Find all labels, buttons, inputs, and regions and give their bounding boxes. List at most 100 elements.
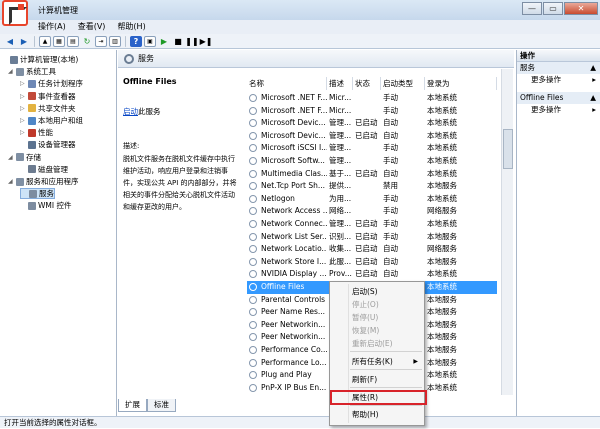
column-status[interactable]: 状态 bbox=[353, 77, 381, 90]
table-row[interactable]: Microsoft Devic... 管理... 已启动 自动 本地系统 bbox=[247, 130, 497, 143]
forward-arrow-icon[interactable]: ▶ bbox=[18, 36, 30, 47]
gear-icon bbox=[249, 232, 257, 241]
scrollbar-thumb[interactable] bbox=[503, 129, 513, 169]
context-menu-item[interactable]: 停止(O) bbox=[352, 299, 422, 311]
gear-icon bbox=[249, 283, 257, 291]
table-cell: Performance Lo... bbox=[261, 357, 327, 367]
tree-item[interactable]: ▷ 共享文件夹 bbox=[20, 103, 76, 114]
column-startup-type[interactable]: 启动类型 bbox=[381, 77, 425, 90]
context-menu-item[interactable]: 所有任务(K) ▶ bbox=[352, 356, 422, 368]
table-row[interactable]: Microsoft iSCSI I... 管理... 手动 本地系统 bbox=[247, 142, 497, 155]
table-row[interactable]: Network Locatio... 收集... 已启动 自动 网络服务 bbox=[247, 243, 497, 256]
menu-action[interactable]: 操作(A) bbox=[38, 20, 66, 34]
column-log-on-as[interactable]: 登录为 bbox=[425, 77, 497, 90]
tree-item[interactable]: 计算机管理(本地) bbox=[2, 54, 78, 65]
more-actions-offline-files[interactable]: 更多操作 ▸ bbox=[517, 104, 600, 116]
actions-title: 操作 bbox=[517, 50, 600, 62]
service-title: Offline Files bbox=[123, 77, 177, 86]
tree-item[interactable]: ▷ 本地用户和组 bbox=[20, 115, 83, 126]
column-name[interactable]: 名称 bbox=[247, 77, 327, 90]
table-row[interactable]: Network Store I... 此服... 已启动 自动 本地服务 bbox=[247, 256, 497, 269]
pause-service-icon[interactable]: ❚❚ bbox=[185, 36, 198, 47]
context-menu-item[interactable]: 启动(S) bbox=[352, 286, 422, 298]
tree-item[interactable]: ◢ 服务和应用程序 bbox=[8, 176, 79, 187]
table-cell: 本地服务 bbox=[427, 357, 457, 367]
table-row[interactable]: Network Connec... 管理... 已启动 手动 本地系统 bbox=[247, 218, 497, 231]
start-service-icon[interactable]: ▶ bbox=[158, 36, 170, 47]
table-cell: 基于... bbox=[329, 168, 352, 178]
action-pane-icon[interactable]: ▣ bbox=[144, 35, 156, 47]
back-arrow-icon[interactable]: ◀ bbox=[4, 36, 16, 47]
expand-arrow-icon[interactable]: ◢ bbox=[8, 68, 14, 75]
expand-arrow-icon[interactable]: ▷ bbox=[20, 129, 26, 136]
tree-node-icon bbox=[10, 55, 18, 64]
table-cell: Microsoft Devic... bbox=[261, 118, 326, 128]
actions-group-services[interactable]: 服务 ▲ bbox=[517, 62, 600, 74]
vertical-scrollbar[interactable] bbox=[501, 69, 513, 395]
context-menu-item[interactable]: 重新启动(E) bbox=[352, 338, 422, 350]
expand-arrow-icon[interactable]: ◢ bbox=[8, 154, 14, 161]
show-tree-icon[interactable]: ▦ bbox=[53, 35, 65, 47]
close-button[interactable]: ✕ bbox=[564, 2, 598, 15]
menu-help[interactable]: 帮助(H) bbox=[117, 20, 145, 34]
context-menu-item[interactable]: 帮助(H) bbox=[352, 409, 422, 421]
stop-service-icon[interactable]: ■ bbox=[172, 36, 184, 47]
table-row[interactable]: Network Access ... 网络... 手动 网络服务 bbox=[247, 205, 497, 218]
minimize-button[interactable]: — bbox=[522, 2, 542, 15]
table-row[interactable]: Net.Tcp Port Sh... 提供... 禁用 本地服务 bbox=[247, 180, 497, 193]
start-service-link[interactable]: 启动 bbox=[123, 107, 138, 116]
table-row[interactable]: Netlogon 为用... 手动 本地系统 bbox=[247, 193, 497, 206]
up-folder-icon[interactable]: ▲ bbox=[39, 35, 51, 47]
tab-extended[interactable]: 扩展 bbox=[118, 399, 147, 412]
tree-item[interactable]: ◢ 存储 bbox=[8, 152, 41, 163]
help-icon[interactable]: ? bbox=[130, 35, 142, 47]
tree-item[interactable]: ▷ 性能 bbox=[20, 127, 53, 138]
tree-item-label: 计算机管理(本地) bbox=[20, 55, 79, 64]
tree-item-label: 任务计划程序 bbox=[38, 79, 83, 89]
column-description[interactable]: 描述 bbox=[327, 77, 353, 90]
more-actions-services[interactable]: 更多操作 ▸ bbox=[517, 74, 600, 86]
expand-arrow-icon[interactable]: ▷ bbox=[20, 80, 26, 87]
table-row[interactable]: Microsoft Devic... 管理... 已启动 自动 本地系统 bbox=[247, 117, 497, 130]
context-menu-item[interactable]: 刷新(F) bbox=[352, 374, 422, 386]
export-list-icon[interactable]: ⇥ bbox=[95, 35, 107, 47]
table-cell: 本地系统 bbox=[427, 143, 457, 153]
table-row[interactable]: Microsoft .NET F... Micr... 手动 本地系统 bbox=[247, 92, 497, 105]
table-row[interactable]: Microsoft Softw... 管理... 手动 本地系统 bbox=[247, 155, 497, 168]
expand-arrow-icon[interactable]: ▷ bbox=[20, 105, 26, 112]
table-row[interactable]: Network List Ser... 识别... 已启动 手动 本地服务 bbox=[247, 231, 497, 244]
tree-node-icon bbox=[16, 153, 24, 162]
refresh-icon[interactable]: ↻ bbox=[81, 36, 93, 47]
maximize-button[interactable]: ▭ bbox=[543, 2, 563, 15]
restart-service-icon[interactable]: ▶❚ bbox=[200, 36, 213, 47]
context-menu-item[interactable]: 恢复(M) bbox=[352, 325, 422, 337]
table-cell: 管理... bbox=[329, 156, 352, 165]
table-row[interactable]: NVIDIA Display ... Prov... 已启动 自动 本地系统 bbox=[247, 268, 497, 281]
tree-item[interactable]: ▷ 事件查看器 bbox=[20, 91, 76, 102]
properties-icon[interactable]: ▤ bbox=[67, 35, 79, 47]
expand-arrow-icon[interactable]: ▷ bbox=[20, 93, 26, 100]
tab-standard[interactable]: 标准 bbox=[147, 399, 176, 412]
table-cell: 手动 bbox=[383, 93, 398, 102]
details-view-icon[interactable]: ▥ bbox=[109, 35, 121, 47]
tree-item[interactable]: 设备管理器 bbox=[20, 139, 76, 150]
tree-item[interactable]: 服务 bbox=[20, 188, 55, 200]
tree-node-icon bbox=[28, 92, 36, 101]
tree-item[interactable]: 磁盘管理 bbox=[20, 164, 68, 175]
actions-group-offline-files[interactable]: Offline Files ▲ bbox=[517, 92, 600, 104]
expand-arrow-icon[interactable]: ▷ bbox=[20, 117, 26, 124]
tree-item[interactable]: ◢ 系统工具 bbox=[8, 66, 56, 77]
tree-item[interactable]: ▷ 任务计划程序 bbox=[20, 78, 83, 89]
table-row[interactable]: Microsoft .NET F... Micr... 手动 本地系统 bbox=[247, 105, 497, 118]
table-cell: 网络服务 bbox=[427, 244, 457, 254]
table-cell: Peer Networkin... bbox=[261, 319, 326, 329]
context-menu-item[interactable]: 暂停(U) bbox=[352, 312, 422, 324]
tree-item-label: 设备管理器 bbox=[38, 140, 76, 150]
tree-item[interactable]: WMI 控件 bbox=[20, 200, 71, 211]
start-service-text: 启动此服务 bbox=[123, 106, 239, 117]
table-cell: 网络服务 bbox=[427, 206, 457, 216]
expand-arrow-icon[interactable]: ◢ bbox=[8, 178, 14, 185]
table-row[interactable]: Multimedia Clas... 基于... 已启动 自动 本地系统 bbox=[247, 168, 497, 181]
menu-view[interactable]: 查看(V) bbox=[78, 20, 106, 34]
services-header-title: 服务 bbox=[138, 54, 154, 63]
